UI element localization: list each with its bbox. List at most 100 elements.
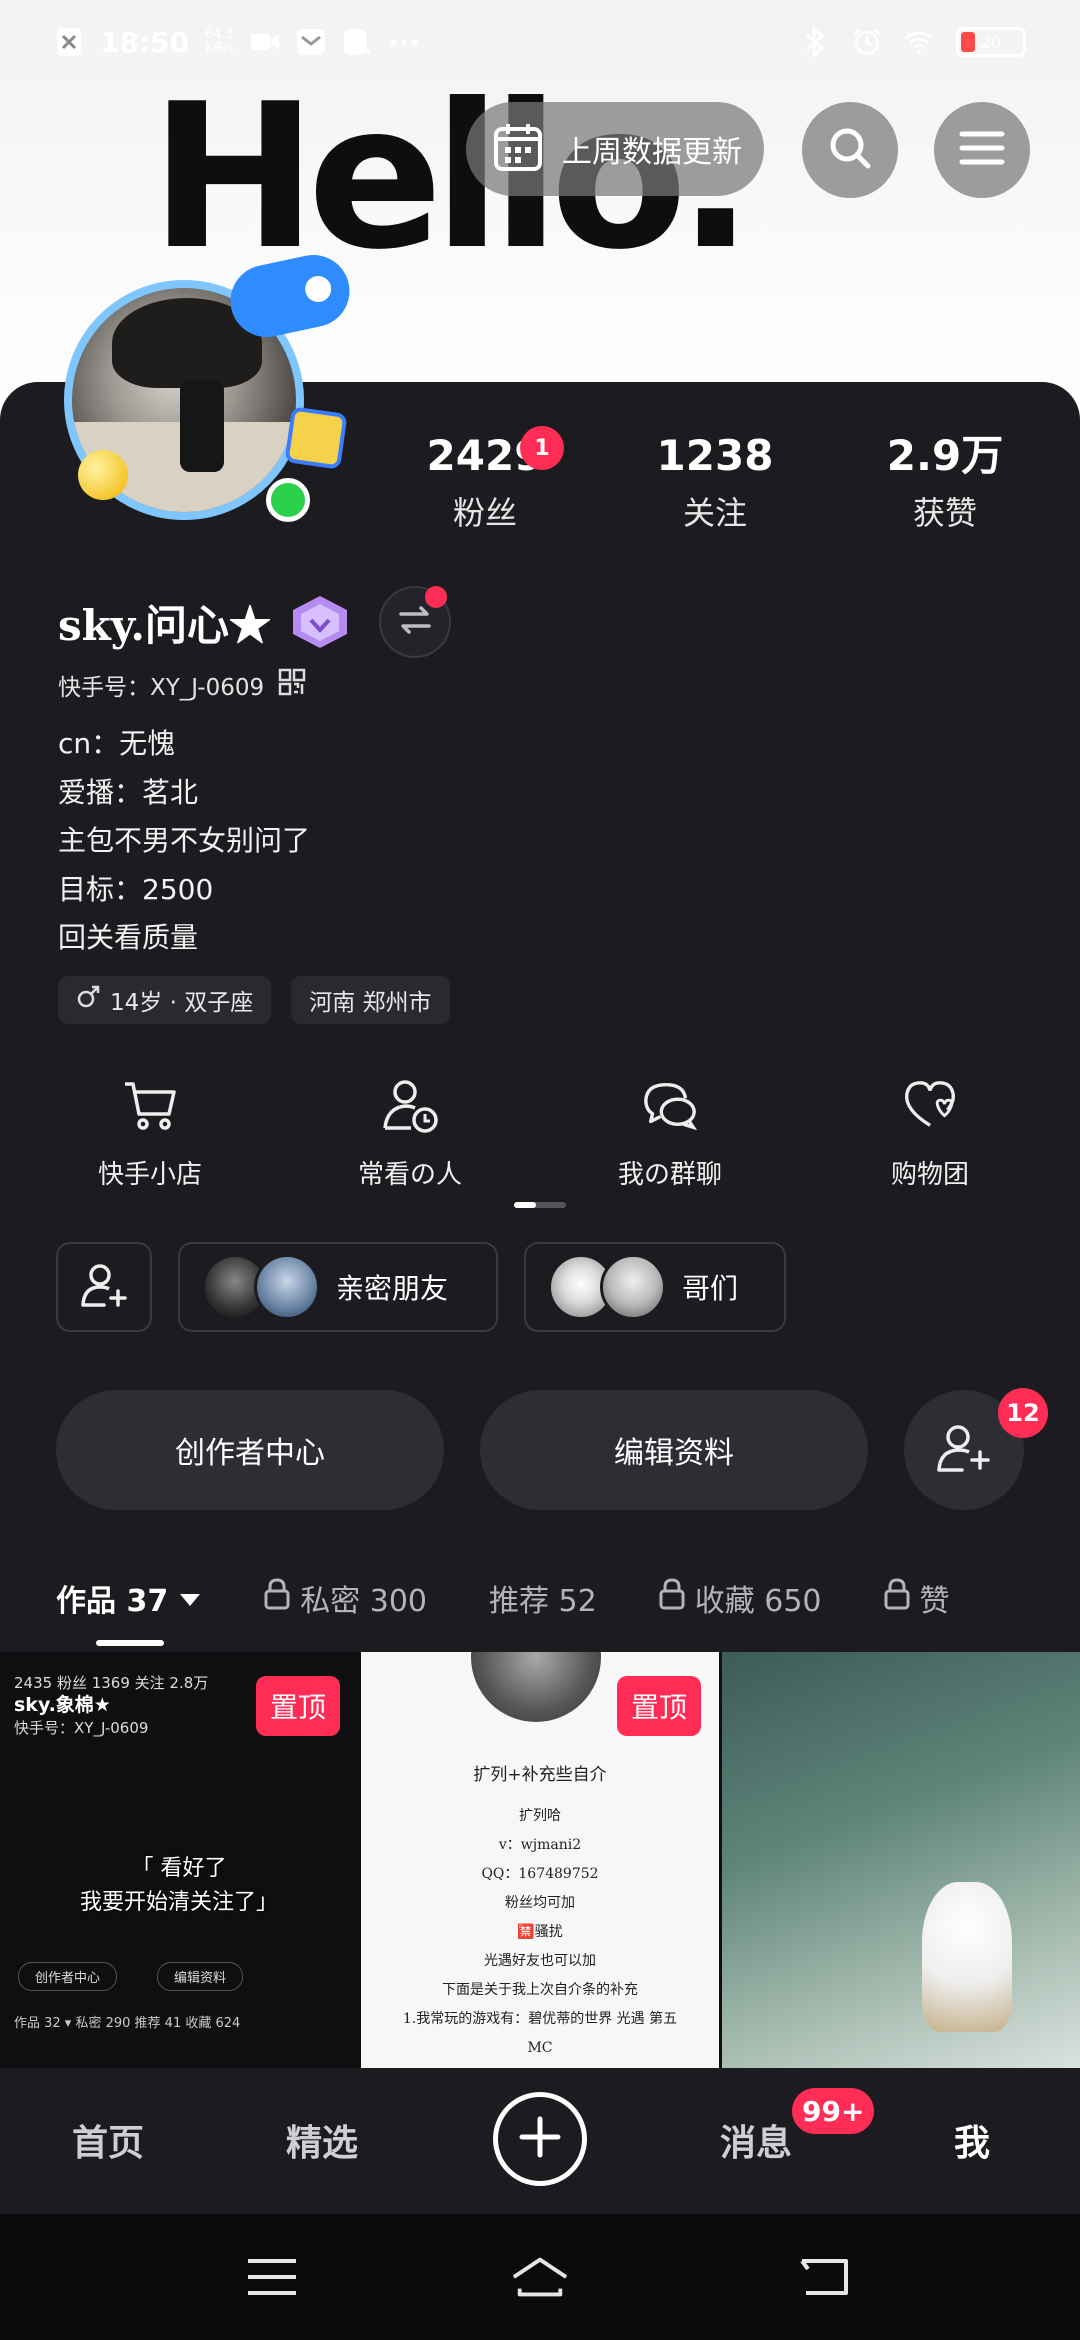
work-item[interactable] (722, 1652, 1080, 2068)
add-friends-button[interactable]: 12 (904, 1388, 1048, 1510)
work-item[interactable]: 扩列+补充些自介 扩列哈 v：wjmani2 QQ：167489752 粉丝均可… (361, 1652, 719, 2068)
thumbnail-title: 扩列+补充些自介 (473, 1765, 607, 1785)
net-speed: 64.1 KB/s (205, 27, 235, 56)
friend-groups: 亲密朋友 哥们 (56, 1242, 786, 1332)
mail-icon (296, 27, 326, 57)
person-add-icon (80, 1261, 128, 1313)
bio-line: 主包不男不女别问了 (58, 824, 311, 857)
thumbnail-text: 扩列哈 v：wjmani2 QQ：167489752 粉丝均可加 🈲骚扰 光遇好… (402, 1808, 678, 2056)
tab-liked[interactable]: 赞 (884, 1576, 950, 1620)
nav-featured[interactable]: 精选 (286, 2114, 358, 2166)
menu-button[interactable] (934, 102, 1030, 198)
work-item[interactable]: 2435 粉丝 1369 关注 2.8万 sky.象棉★ 快手号：XY_J-06… (0, 1652, 358, 2068)
followers-badge: 1 (520, 426, 564, 470)
nav-messages[interactable]: 消息 (720, 2114, 792, 2166)
lock-icon (659, 1578, 685, 1618)
kuaishou-id-row[interactable]: 快手号：XY_J-0609 (58, 668, 306, 702)
back-icon[interactable] (794, 2252, 854, 2302)
nav-home[interactable]: 首页 (72, 2114, 144, 2166)
active-tab-indicator (96, 1640, 164, 1646)
stat-following[interactable]: 1238 关注 (600, 430, 830, 550)
swap-icon (397, 604, 433, 640)
bluetooth-icon (800, 26, 830, 58)
close-friends-group[interactable]: 亲密朋友 (178, 1242, 498, 1332)
nav-me[interactable]: 我 (954, 2114, 990, 2166)
shortcut-shopping-group[interactable]: 购物团 (800, 1076, 1060, 1191)
age-zodiac-tag[interactable]: 14岁 · 双子座 (58, 976, 272, 1024)
person-add-icon (936, 1422, 992, 1478)
works-grid: 2435 粉丝 1369 关注 2.8万 sky.象棉★ 快手号：XY_J-06… (0, 1652, 1080, 2068)
pinned-badge: 置顶 (616, 1676, 701, 1736)
avatar[interactable] (48, 248, 368, 560)
lock-icon (264, 1578, 290, 1618)
friend-avatar (600, 1254, 666, 1320)
friend-requests-badge: 12 (998, 1388, 1048, 1438)
name-row: sky.问心★ (58, 586, 451, 658)
heart-icon (901, 1076, 959, 1134)
notification-dot (424, 586, 447, 608)
home-icon[interactable] (510, 2252, 570, 2302)
ball-decoration-icon (78, 450, 128, 500)
shortcut-shop[interactable]: 快手小店 (20, 1076, 280, 1191)
tab-favorites[interactable]: 收藏 650 (659, 1576, 822, 1620)
gift-decoration-icon (284, 406, 348, 470)
add-friend-group-button[interactable] (56, 1242, 152, 1332)
system-navigation-bar (0, 2214, 1080, 2340)
shortcut-frequent-people[interactable]: 常看の人 (280, 1076, 540, 1191)
shortcut-group-chats[interactable]: 我の群聊 (540, 1076, 800, 1191)
x-icon (54, 27, 84, 57)
tab-private[interactable]: 私密 300 (264, 1576, 427, 1620)
update-label: 上周数据更新 (562, 135, 742, 170)
bio-line: cn：无愧 (58, 727, 176, 760)
messages-badge: 99+ (792, 2088, 875, 2134)
profile-stats: 2429 粉丝 1 1238 关注 2.9万 获赞 (370, 426, 1060, 550)
qr-code-icon[interactable] (278, 668, 306, 702)
wifi-icon (904, 27, 934, 57)
alarm-icon (852, 27, 882, 57)
recent-apps-icon[interactable] (242, 2252, 302, 2302)
bio-line: 爱播：茗北 (58, 775, 199, 809)
search-icon (826, 124, 874, 176)
vip-badge-icon[interactable] (289, 594, 351, 650)
tab-works[interactable]: 作品 37 (56, 1576, 202, 1620)
storage-icon (342, 27, 372, 57)
thumbnail-caption: 「 看好了 我要开始清关注了」 (79, 1856, 278, 1915)
male-icon (76, 985, 100, 1015)
status-bar: 18:50 64.1 KB/s ··· 20 (0, 0, 1080, 84)
tab-recommended[interactable]: 推荐 52 (489, 1576, 597, 1620)
location-tag[interactable]: 河南 郑州市 (291, 976, 450, 1024)
person-clock-icon (381, 1076, 439, 1134)
buddies-group[interactable]: 哥们 (524, 1242, 786, 1332)
bottom-nav: 首页 精选 消息 99+ 我 (0, 2068, 1080, 2214)
edit-profile-button[interactable]: 编辑资料 (480, 1390, 868, 1510)
pinned-badge: 置顶 (255, 1676, 340, 1736)
group-label: 亲密朋友 (336, 1272, 449, 1305)
bio-line: 目标：2500 (58, 872, 214, 906)
stat-likes[interactable]: 2.9万 获赞 (830, 430, 1060, 550)
switch-account-button[interactable] (378, 586, 451, 658)
shortcut-row: 快手小店 常看の人 我の群聊 购物团 (20, 1076, 1060, 1191)
stat-followers[interactable]: 2429 粉丝 1 (370, 426, 600, 550)
creator-center-button[interactable]: 创作者中心 (56, 1390, 444, 1510)
clock: 18:50 (100, 25, 190, 59)
video-icon (250, 27, 280, 57)
search-button[interactable] (802, 102, 898, 198)
more-icon: ··· (388, 25, 421, 59)
caret-down-icon (178, 1581, 202, 1616)
shortcut-page-indicator (514, 1202, 566, 1208)
calendar-icon (492, 121, 544, 177)
cart-icon (121, 1076, 179, 1134)
battery-icon: 20 (956, 27, 1026, 57)
bio-line: 回关看质量 (58, 921, 199, 954)
kuaishou-id: 快手号：XY_J-0609 (58, 675, 265, 701)
thumbnail-avatar (471, 1652, 601, 1722)
profile-actions: 创作者中心 编辑资料 12 (56, 1388, 1056, 1510)
gamepad-decoration-icon (223, 248, 357, 344)
online-status-dot (266, 478, 310, 522)
profile-tags: 14岁 · 双子座 河南 郑州市 (58, 976, 450, 1024)
lock-icon (884, 1578, 910, 1618)
weekly-data-update-button[interactable]: 上周数据更新 (466, 102, 764, 196)
create-button[interactable] (493, 2092, 587, 2186)
chat-bubbles-icon (641, 1076, 699, 1134)
plus-icon (518, 2115, 562, 2163)
